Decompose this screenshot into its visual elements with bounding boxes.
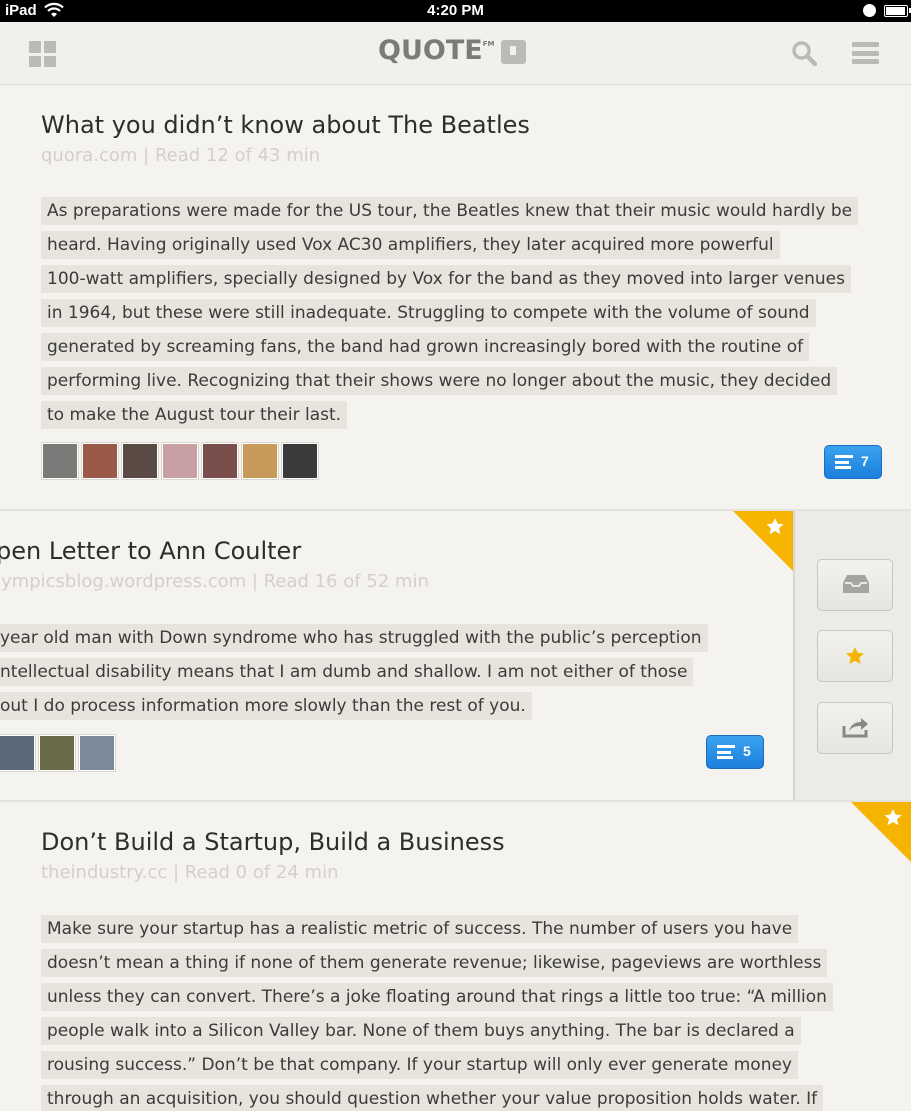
logo-text: QUOTE [378, 35, 483, 66]
menu-icon[interactable] [852, 42, 879, 64]
share-button[interactable] [817, 702, 893, 754]
excerpt-line: heard. Having originally used Vox AC30 a… [41, 231, 780, 259]
logo-superscript: FM [482, 40, 495, 48]
comment-icon [717, 745, 735, 759]
avatar[interactable] [39, 735, 75, 771]
excerpt-line: people walk into a Silicon Valley bar. N… [41, 1017, 801, 1045]
star-icon [846, 647, 864, 664]
archive-button[interactable] [817, 559, 893, 611]
article-title[interactable]: Don’t Build a Startup, Build a Business [41, 828, 505, 856]
excerpt-line: 100-watt amplifiers, specially designed … [41, 265, 851, 293]
article-card-3[interactable]: Don’t Build a Startup, Build a Business … [0, 802, 911, 1111]
excerpt-line: out I do process information more slowly… [0, 692, 532, 720]
archive-tray-icon [843, 575, 869, 593]
card-action-panel [793, 511, 911, 801]
excerpt-line: to make the August tour their last. [41, 401, 348, 429]
excerpt-line: Make sure your startup has a realistic m… [41, 915, 799, 943]
avatar[interactable] [202, 443, 238, 479]
avatar[interactable] [79, 735, 115, 771]
nav-bar: QUOTE FM [0, 22, 911, 85]
starred-corner-icon [733, 511, 793, 571]
article-excerpt[interactable]: Make sure your startup has a realistic m… [41, 912, 833, 1111]
excerpt-line: doesn’t mean a thing if none of them gen… [41, 949, 828, 977]
avatar[interactable] [162, 443, 198, 479]
share-icon [842, 718, 868, 738]
rotation-lock-icon [863, 4, 876, 17]
bookmark-box-icon [501, 40, 527, 64]
app-logo: QUOTE FM [378, 35, 527, 70]
reader-avatars [0, 735, 115, 771]
comments-button[interactable]: 5 [706, 735, 764, 769]
starred-corner-icon [851, 802, 911, 862]
article-card-1[interactable]: What you didn’t know about The Beatles q… [0, 85, 911, 510]
avatar[interactable] [242, 443, 278, 479]
avatar[interactable] [122, 443, 158, 479]
comments-button[interactable]: 7 [824, 445, 882, 479]
excerpt-line: As preparations were made for the US tou… [41, 197, 859, 225]
article-meta: quora.com | Read 12 of 43 min [41, 145, 321, 166]
avatar[interactable] [42, 443, 78, 479]
excerpt-line: ntellectual disability means that I am d… [0, 658, 694, 686]
clock: 4:20 PM [427, 2, 484, 19]
article-excerpt[interactable]: year old man with Down syndrome who has … [0, 621, 708, 723]
article-card-2[interactable]: pen Letter to Ann Coulter lympicsblog.wo… [0, 511, 793, 800]
excerpt-line: performing live. Recognizing that their … [41, 367, 838, 395]
comment-icon [835, 455, 853, 469]
article-meta: lympicsblog.wordpress.com | Read 16 of 5… [0, 571, 429, 592]
status-bar: iPad 4:20 PM [0, 0, 911, 22]
excerpt-line: rousing success.” Don’t be that company.… [41, 1051, 798, 1079]
article-meta: theindustry.cc | Read 0 of 24 min [41, 862, 339, 883]
comment-count: 7 [861, 453, 869, 469]
article-title[interactable]: What you didn’t know about The Beatles [41, 111, 530, 139]
excerpt-line: through an acquisition, you should quest… [41, 1085, 824, 1111]
avatar[interactable] [0, 735, 35, 771]
excerpt-line: generated by screaming fans, the band ha… [41, 333, 810, 361]
avatar[interactable] [82, 443, 118, 479]
excerpt-line: in 1964, but these were still inadequate… [41, 299, 816, 327]
article-excerpt[interactable]: As preparations were made for the US tou… [41, 194, 859, 432]
comment-count: 5 [743, 743, 751, 759]
grid-icon[interactable] [29, 41, 57, 67]
avatar[interactable] [282, 443, 318, 479]
battery-icon [884, 5, 908, 17]
search-icon[interactable] [791, 40, 817, 66]
reader-avatars [42, 443, 318, 479]
favorite-button[interactable] [817, 630, 893, 682]
article-title[interactable]: pen Letter to Ann Coulter [0, 537, 301, 565]
excerpt-line: unless they can convert. There’s a joke … [41, 983, 833, 1011]
excerpt-line: year old man with Down syndrome who has … [0, 624, 708, 652]
